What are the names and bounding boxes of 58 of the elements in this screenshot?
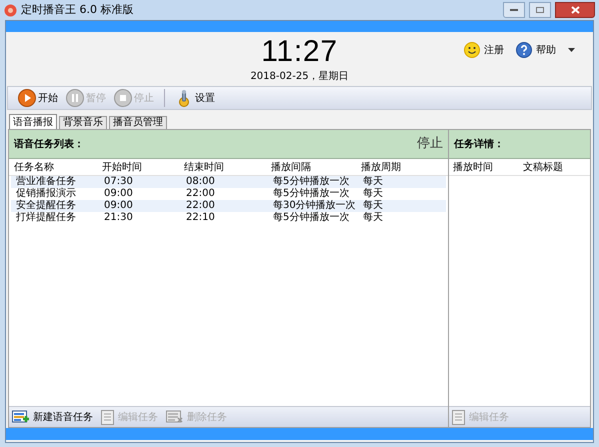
table-cell-text: 22:10	[186, 212, 216, 224]
table-row[interactable]: 安全提醒任务 09:00 22:00 每30分钟播放一次 每天	[11, 200, 446, 212]
add-list-icon	[12, 410, 30, 424]
table-cell-text: 09:00	[104, 188, 134, 200]
table-cell-text: 每30分钟播放一次	[273, 200, 357, 212]
column-header[interactable]: 任务名称	[14, 160, 102, 174]
column-header[interactable]: 开始时间	[102, 160, 184, 174]
column-header[interactable]: 播放时间	[453, 160, 523, 174]
header-link[interactable]: 帮助	[516, 42, 556, 58]
panel-title: 语音任务列表：	[14, 137, 84, 152]
column-header[interactable]: 播放周期	[361, 160, 448, 174]
table-cell-text: 安全提醒任务	[16, 200, 77, 212]
dropdown-icon[interactable]	[568, 48, 575, 52]
close-button[interactable]	[555, 2, 595, 18]
window-title: 定时播音王 6.0 标准版	[21, 2, 134, 18]
table-cell-text: 每天	[363, 212, 384, 224]
table-cell-text: 21:30	[104, 212, 134, 224]
document-icon	[101, 410, 115, 424]
status-text: 停止	[417, 135, 443, 154]
table-cell-text: 22:00	[186, 200, 216, 212]
close-icon	[570, 6, 580, 14]
toolbar-button[interactable]: 设置	[173, 89, 217, 107]
table-cell-text: 09:00	[104, 200, 134, 212]
maximize-button[interactable]	[529, 2, 551, 18]
stop-icon	[114, 89, 132, 107]
table-cell-text: 每天	[363, 176, 384, 188]
help-icon	[516, 42, 532, 58]
smiley-icon	[464, 42, 480, 58]
table-cell-text: 每5分钟播放一次	[273, 212, 350, 224]
table-cell-text: 07:30	[104, 176, 134, 188]
delete-list-icon	[166, 410, 184, 424]
table-cell-text: 打烊提醒任务	[16, 212, 77, 224]
table-cell-text: 促销播报演示	[16, 188, 77, 200]
action-button[interactable]: 新建语音任务	[12, 410, 93, 424]
clock-date: 2018-02-25，星期日	[250, 70, 349, 84]
document-icon	[452, 410, 466, 424]
minimize-button[interactable]	[503, 2, 525, 18]
tab[interactable]: 背景音乐	[59, 116, 107, 129]
app-icon	[4, 4, 17, 16]
table-cell-text: 每天	[363, 200, 384, 212]
table-cell-text: 营业准备任务	[16, 176, 77, 188]
table-row[interactable]: 营业准备任务 07:30 08:00 每5分钟播放一次 每天	[11, 176, 446, 188]
toolbar-button[interactable]: 开始	[16, 89, 60, 107]
column-header[interactable]: 播放间隔	[271, 160, 361, 174]
column-header[interactable]: 文稿标题	[523, 160, 590, 174]
tab[interactable]: 语音播报	[9, 114, 57, 129]
table-cell-text: 每5分钟播放一次	[273, 176, 350, 188]
table-cell-text: 22:00	[186, 188, 216, 200]
header-link[interactable]: 注册	[464, 42, 504, 58]
panel-title: 任务详情：	[454, 137, 504, 152]
tab[interactable]: 播音员管理	[109, 116, 167, 129]
table-cell-text: 08:00	[186, 176, 216, 188]
table-cell-text: 每5分钟播放一次	[273, 188, 350, 200]
pause-icon	[66, 89, 84, 107]
play-icon	[18, 89, 36, 107]
column-header[interactable]: 结束时间	[184, 160, 271, 174]
table-cell-text: 每天	[363, 188, 384, 200]
clock-time: 11:27	[261, 34, 338, 68]
